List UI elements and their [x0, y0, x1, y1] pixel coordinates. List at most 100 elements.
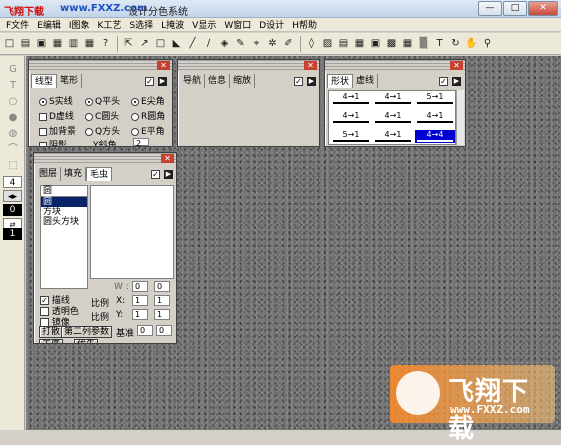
bg-value[interactable]: 1	[3, 228, 22, 240]
ratio-y1[interactable]: 1	[132, 309, 148, 320]
tab-dash[interactable]: 虚线	[353, 74, 379, 88]
w-value[interactable]: 0	[132, 281, 148, 292]
tab-pen-shape[interactable]: 笔形	[57, 74, 83, 88]
priority-button[interactable]: 优先	[74, 339, 99, 343]
panel-close-icon[interactable]: ✕	[157, 61, 170, 70]
h-value[interactable]: 0	[154, 281, 170, 292]
opt-square-cap[interactable]: Q方头	[85, 124, 120, 137]
bezier-icon[interactable]: ↗	[138, 36, 151, 52]
close-button[interactable]: ✕	[528, 1, 558, 16]
text-icon[interactable]: T	[433, 36, 446, 52]
opt-background[interactable]: 加背景	[39, 124, 76, 137]
fg-value[interactable]: 0	[3, 204, 22, 216]
brush-icon[interactable]: ✐	[282, 36, 295, 52]
opt-shadow[interactable]: 阴影	[39, 138, 67, 146]
paste-icon[interactable]: ▦	[83, 36, 96, 52]
size-field[interactable]: 4	[3, 176, 22, 188]
pin-checkbox[interactable]: ✓	[151, 170, 160, 179]
drop-icon[interactable]: ◊	[305, 36, 318, 52]
curve-tool-icon[interactable]: ⌒	[7, 144, 19, 156]
panel-close-icon[interactable]: ✕	[304, 61, 317, 70]
shape-cell[interactable]: 4→1	[373, 92, 413, 105]
opt-round-cap[interactable]: C圆头	[85, 109, 119, 122]
shape-cell[interactable]: 4→1	[415, 111, 455, 124]
process-button[interactable]: 工序	[39, 339, 64, 343]
frame-icon[interactable]: ▣	[369, 36, 382, 52]
panel-close-icon[interactable]: ✕	[161, 154, 174, 163]
grid-icon[interactable]: ▦	[353, 36, 366, 52]
menu-edit[interactable]: E编辑	[35, 18, 67, 31]
opt-flat-cap[interactable]: Q平头	[85, 94, 120, 107]
menu-process[interactable]: K工艺	[96, 18, 128, 31]
maximize-button[interactable]: □	[503, 1, 527, 16]
hand-icon[interactable]: ✋	[465, 36, 478, 52]
shape-cell[interactable]: 4→1	[373, 130, 413, 143]
dock-icon[interactable]: ▶	[158, 77, 167, 86]
tab-brush[interactable]: 毛虫	[86, 167, 113, 181]
shape-cell[interactable]: 4→1	[331, 92, 371, 105]
shape-cell[interactable]: 4→1	[331, 111, 371, 124]
line-icon[interactable]: ╱	[186, 36, 199, 52]
fill-icon[interactable]: ◈	[218, 36, 231, 52]
ratio-x1[interactable]: 1	[132, 295, 148, 306]
base-value-2[interactable]: 0	[156, 325, 172, 336]
shape-cell[interactable]: 4→1	[373, 111, 413, 124]
tab-layer[interactable]: 图层	[36, 167, 62, 181]
shape-scrollbar[interactable]	[456, 90, 464, 145]
pin-checkbox[interactable]: ✓	[145, 77, 154, 86]
copy-icon[interactable]: ▥	[67, 36, 80, 52]
mesh-icon[interactable]: ▒	[417, 36, 430, 52]
panel-grip[interactable]	[325, 60, 465, 71]
tab-fill[interactable]: 填充	[61, 167, 87, 181]
tab-zoom[interactable]: 缩放	[230, 74, 256, 88]
opt-solid[interactable]: S实线	[39, 94, 73, 107]
crop-icon[interactable]: ⌖	[250, 36, 263, 52]
g-tool-icon[interactable]: G	[7, 64, 19, 76]
panel-grip[interactable]	[34, 153, 176, 164]
menu-select[interactable]: S选择	[127, 18, 159, 31]
pattern-icon[interactable]: ▦	[401, 36, 414, 52]
ratio-x2[interactable]: 1	[154, 295, 170, 306]
menu-help[interactable]: H帮助	[290, 18, 323, 31]
menu-filter[interactable]: L掩波	[159, 18, 190, 31]
panel-grip[interactable]	[178, 60, 319, 71]
opt-round-join[interactable]: R圆角	[131, 109, 165, 122]
color-icon[interactable]: ▨	[321, 36, 334, 52]
rotate-icon[interactable]: ↻	[449, 36, 462, 52]
select-tool-icon[interactable]: ⬚	[7, 160, 19, 172]
spray-icon[interactable]: ✲	[266, 36, 279, 52]
dropper-icon[interactable]: ✎	[234, 36, 247, 52]
help-icon[interactable]: ?	[99, 36, 112, 52]
pen-icon[interactable]: ∕	[202, 36, 215, 52]
second-param-button[interactable]: 第二列参数	[61, 326, 113, 338]
brush-list-item[interactable]: 圆头方块	[41, 217, 87, 227]
spin-control[interactable]: ◂▸	[3, 190, 22, 202]
menu-image[interactable]: I图象	[67, 18, 96, 31]
ratio-y2[interactable]: 1	[154, 309, 170, 320]
pin-checkbox[interactable]: ✓	[439, 77, 448, 86]
drop-tool-icon[interactable]: ◍	[7, 128, 19, 140]
menu-window[interactable]: W窗口	[222, 18, 257, 31]
opt-miter[interactable]: E尖角	[131, 94, 165, 107]
zoom-icon[interactable]: ⚲	[481, 36, 494, 52]
brush-list-item[interactable]: 方块	[41, 207, 87, 217]
oval-tool-icon[interactable]: ○	[7, 96, 19, 108]
menu-design[interactable]: D设计	[257, 18, 290, 31]
tab-line-type[interactable]: 线型	[31, 74, 58, 88]
dock-icon[interactable]: ▶	[452, 77, 461, 86]
shape-cell[interactable]: 5→1	[415, 92, 455, 105]
layer-icon[interactable]: ▤	[337, 36, 350, 52]
dock-icon[interactable]: ▶	[307, 77, 316, 86]
save-icon[interactable]: ▣	[35, 36, 48, 52]
shape-cell[interactable]: 5→1	[331, 130, 371, 143]
tab-navigate[interactable]: 导航	[180, 74, 206, 88]
opt-bevel[interactable]: E平角	[131, 124, 165, 137]
brush-list-item[interactable]: 圆	[41, 197, 87, 207]
pointer-icon[interactable]: ⇱	[122, 36, 135, 52]
open-icon[interactable]: ▤	[19, 36, 32, 52]
break-button[interactable]: 打散	[39, 326, 64, 338]
blob-tool-icon[interactable]: ●	[7, 112, 19, 124]
t-tool-icon[interactable]: T	[7, 80, 19, 92]
menu-view[interactable]: V显示	[190, 18, 222, 31]
tab-shape[interactable]: 形状	[327, 74, 354, 88]
